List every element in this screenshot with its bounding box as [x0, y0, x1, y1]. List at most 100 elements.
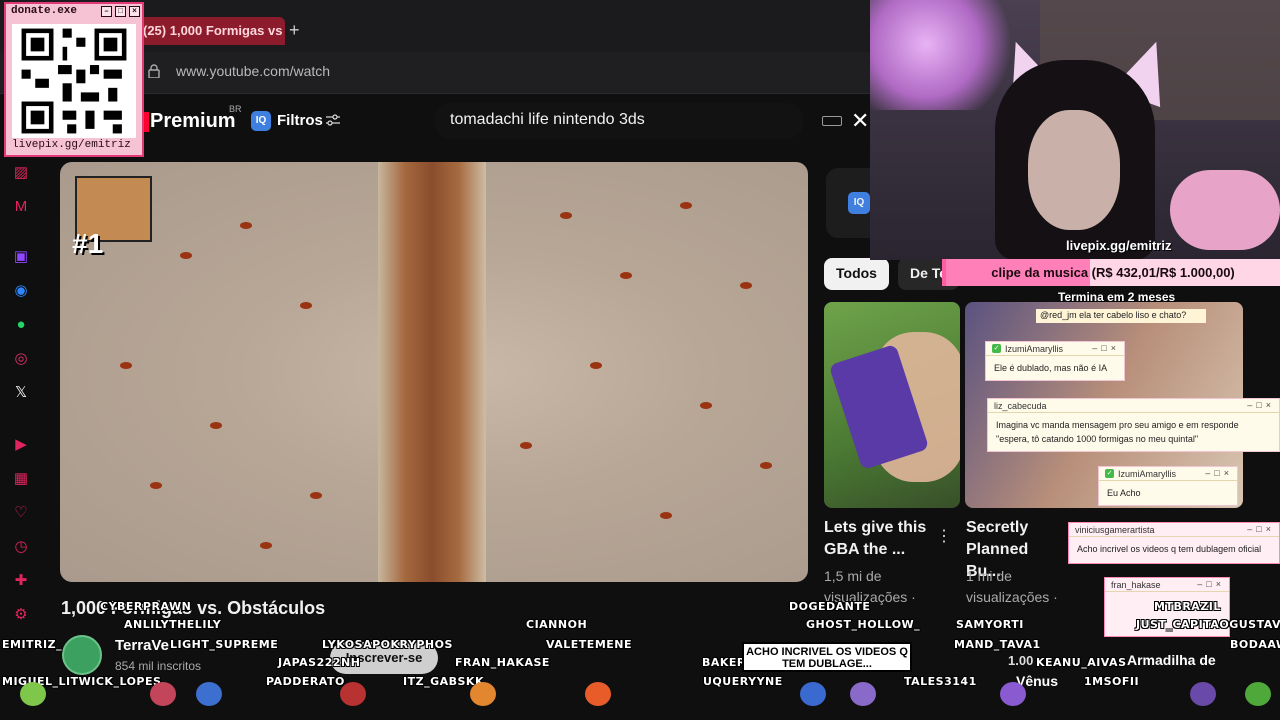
instagram-icon[interactable]: ◎ [12, 350, 30, 368]
iq-panel[interactable]: IQ [826, 168, 870, 238]
led-light [870, 0, 1010, 110]
ant [120, 362, 132, 369]
pokemon-sprite [196, 682, 222, 706]
maximize-icon[interactable]: □ [115, 6, 126, 17]
chatter-name: UQUERYYNE [703, 675, 783, 688]
minimize-icon[interactable]: – [101, 6, 112, 17]
microphone [1170, 170, 1280, 250]
new-tab-button[interactable]: + [289, 20, 300, 41]
ant [210, 422, 222, 429]
keyboard-icon[interactable] [822, 116, 842, 126]
clock-icon[interactable]: ◷ [12, 538, 30, 556]
window-controls[interactable]: –□× [1247, 400, 1275, 410]
grid-icon[interactable]: ▦ [12, 470, 30, 488]
chatter-name: EMITRIZ_ [2, 638, 63, 651]
gear-icon[interactable]: ⚙ [12, 606, 30, 624]
window-controls[interactable]: –□× [1247, 524, 1275, 534]
recommendation-meta: 1 mi de visualizações · [966, 568, 1058, 605]
chatter-name: BAKER [702, 656, 746, 669]
left-sidebar: ▨ M ▣ ◉ ● ◎ 𝕏 ▶ ▦ ♡ ◷ ✚ ⚙ [0, 156, 42, 636]
whatsapp-icon[interactable]: ● [12, 316, 30, 334]
subscribe-button[interactable]: Inscrever-se [330, 642, 438, 674]
x-icon[interactable]: 𝕏 [12, 384, 30, 402]
chat-username: viniciusgamerartista [1075, 524, 1155, 535]
ant [590, 362, 602, 369]
chat-username: liz_cabecuda [994, 400, 1047, 411]
filters-button[interactable]: Filtros [277, 112, 323, 129]
close-search-icon[interactable]: ✕ [851, 108, 869, 134]
chatter-name: PADDERATO [266, 675, 345, 688]
chat-message-text: Imagina vc manda mensagem pro seu amigo … [996, 420, 1239, 444]
play-circle-icon[interactable]: ▶ [12, 436, 30, 454]
chatter-name: FRAN_HAKASE [455, 656, 550, 669]
video-player[interactable]: #1 [60, 162, 808, 582]
chatter-name: MAND_TAVA1 [954, 638, 1041, 651]
search-input[interactable]: tomadachi life nintendo 3ds [450, 111, 645, 129]
donate-url: livepix.gg/emitriz [12, 139, 131, 151]
chat-header: viniciusgamerartista –□× [1069, 523, 1279, 537]
webcam-url: livepix.gg/emitriz [1066, 238, 1172, 253]
ant [180, 252, 192, 259]
speech-bubble: ACHO INCRIVEL OS VIDEOS Q TEM DUBLAGE... [742, 642, 912, 672]
chat-window: fran_hakase –□× [1104, 577, 1230, 637]
ant [240, 222, 252, 229]
recommendation-thumbnail[interactable] [824, 302, 960, 508]
channel-name[interactable]: TerraVe [115, 637, 169, 654]
chatter-name: VALETEMENE [546, 638, 633, 651]
chat-message-text: Eu Acho [1107, 488, 1141, 498]
chat-username: fran_hakase [1111, 579, 1161, 590]
close-icon[interactable]: × [129, 6, 140, 17]
pokemon-sprite [850, 682, 876, 706]
gmail-icon[interactable]: M [12, 198, 30, 216]
more-options-icon[interactable]: ⋮ [936, 526, 952, 546]
chat-header: ✓ IzumiAmaryllis –□× [1099, 467, 1237, 481]
recommendation-title[interactable]: Lets give this GBA the ... [824, 517, 934, 561]
pokemon-sprite [585, 682, 611, 706]
ant [660, 512, 672, 519]
chip-todos[interactable]: Todos [824, 258, 889, 290]
chat-username: IzumiAmaryllis [1005, 343, 1064, 354]
pokemon-sprite [150, 682, 176, 706]
ant [700, 402, 712, 409]
pokemon-sprite [470, 682, 496, 706]
puzzle-icon[interactable]: ✚ [12, 572, 30, 590]
chatter-name: CIANNOH [526, 618, 588, 631]
ant [740, 282, 752, 289]
heart-icon[interactable]: ♡ [12, 504, 30, 522]
pokemon-sprite [1245, 682, 1271, 706]
lock-icon [148, 64, 160, 78]
ant [620, 272, 632, 279]
chat-message-text: @red_jm ela ter cabelo liso e chato? [1040, 310, 1187, 320]
premium-logo[interactable]: Premium [150, 110, 236, 133]
chat-header: fran_hakase –□× [1105, 578, 1229, 592]
check-icon: ✓ [1105, 469, 1114, 478]
window-controls[interactable]: –□× [1092, 343, 1120, 353]
chat-window: viniciusgamerartista –□× Acho incrivel os… [1068, 522, 1280, 564]
iq-icon[interactable]: IQ [251, 111, 271, 131]
rank-badge: #1 [72, 228, 104, 259]
filter-sliders-icon[interactable] [326, 114, 340, 126]
ant [680, 202, 692, 209]
donate-window: donate.exe – □ × livepix.gg/emitriz [4, 2, 144, 157]
window-controls[interactable]: –□× [1197, 579, 1225, 589]
chatter-name: LIGHT_SUPREME [170, 638, 279, 651]
recommendation-title[interactable]: Armadilha de [1127, 652, 1216, 668]
ant [760, 462, 772, 469]
url-text[interactable]: www.youtube.com/watch [176, 63, 330, 79]
chat-window: ✓ IzumiAmaryllis –□× Ele é dublado, mas nã… [985, 341, 1125, 381]
ant [300, 302, 312, 309]
chatter-name: 1MSOFII [1084, 675, 1140, 688]
streamer-face [1028, 110, 1120, 230]
ant [560, 212, 572, 219]
ant [310, 492, 322, 499]
messenger-icon[interactable]: ◉ [12, 282, 30, 300]
twitch-icon[interactable]: ▣ [12, 248, 30, 266]
window-controls[interactable]: –□× [1205, 468, 1233, 478]
browser-tab[interactable]: (25) 1,000 Formigas vs [135, 17, 285, 45]
chatter-name: TALES3141 [904, 675, 977, 688]
stripes-icon[interactable]: ▨ [12, 164, 30, 182]
chatter-name: ANLILYTHELILY [124, 618, 222, 631]
chat-username: IzumiAmaryllis [1118, 468, 1177, 479]
channel-avatar[interactable] [62, 635, 102, 675]
iq-icon[interactable]: IQ [848, 192, 870, 214]
